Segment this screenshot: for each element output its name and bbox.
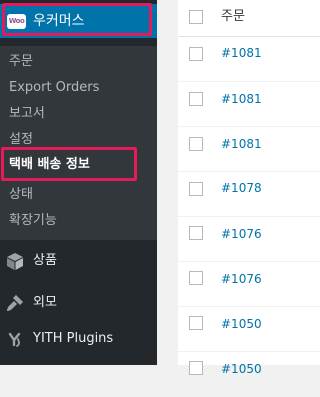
row-checkbox[interactable] <box>189 182 203 196</box>
row-checkbox[interactable] <box>189 47 203 61</box>
order-link[interactable]: #1078 <box>221 181 262 195</box>
table-row: #1081 <box>178 82 320 127</box>
submenu-item-extensions[interactable]: 확장기능 <box>9 213 57 229</box>
order-link[interactable]: #1076 <box>221 272 262 286</box>
highlight-box-woocommerce <box>2 3 152 36</box>
select-all-checkbox[interactable] <box>189 10 203 24</box>
submenu-item-status[interactable]: 상태 <box>9 187 33 203</box>
content-area: 주문 #1081 #1081 #1081 #1078 #1076 #1076 #… <box>157 0 320 397</box>
order-link[interactable]: #1081 <box>221 46 262 60</box>
submenu-item-export-orders[interactable]: Export Orders <box>9 80 99 96</box>
cube-icon <box>7 253 23 270</box>
submenu-item-orders[interactable]: 주문 <box>9 54 33 70</box>
table-row: #1081 <box>178 37 320 82</box>
table-row: #1050 <box>178 307 320 352</box>
menu-products-label: 상품 <box>33 253 57 268</box>
row-checkbox[interactable] <box>189 361 203 375</box>
column-header-order[interactable]: 주문 <box>221 9 245 25</box>
table-row: #1078 <box>178 172 320 217</box>
submenu-item-settings[interactable]: 설정 <box>9 132 33 148</box>
menu-yith-plugins[interactable]: YITH Plugins <box>0 321 157 357</box>
menu-products[interactable]: 상품 <box>0 243 157 279</box>
menu-appearance[interactable]: 외모 <box>0 285 157 321</box>
table-row: #1081 <box>178 127 320 172</box>
submenu-item-reports[interactable]: 보고서 <box>9 106 45 122</box>
table-row: #1076 <box>178 217 320 262</box>
orders-table: 주문 #1081 #1081 #1081 #1078 #1076 #1076 #… <box>178 0 320 397</box>
order-link[interactable]: #1050 <box>221 317 262 331</box>
menu-appearance-label: 외모 <box>33 295 57 310</box>
row-checkbox[interactable] <box>189 271 203 285</box>
order-link[interactable]: #1050 <box>221 362 262 376</box>
order-link[interactable]: #1076 <box>221 227 262 241</box>
row-checkbox[interactable] <box>189 226 203 240</box>
menu-yith-plugins-label: YITH Plugins <box>33 331 114 346</box>
row-checkbox[interactable] <box>189 92 203 106</box>
yith-icon <box>8 332 21 347</box>
table-header-row: 주문 <box>178 0 320 37</box>
order-link[interactable]: #1081 <box>221 92 262 106</box>
highlight-box-delivery-info <box>1 147 137 181</box>
admin-sidebar: Woo 우커머스 주문 Export Orders 보고서 설정 택배 배송 정… <box>0 0 157 365</box>
table-row: #1076 <box>178 262 320 307</box>
row-checkbox[interactable] <box>189 316 203 330</box>
row-checkbox[interactable] <box>189 137 203 151</box>
brush-icon <box>7 295 23 311</box>
table-row: #1050 <box>178 352 320 397</box>
order-link[interactable]: #1081 <box>221 137 262 151</box>
